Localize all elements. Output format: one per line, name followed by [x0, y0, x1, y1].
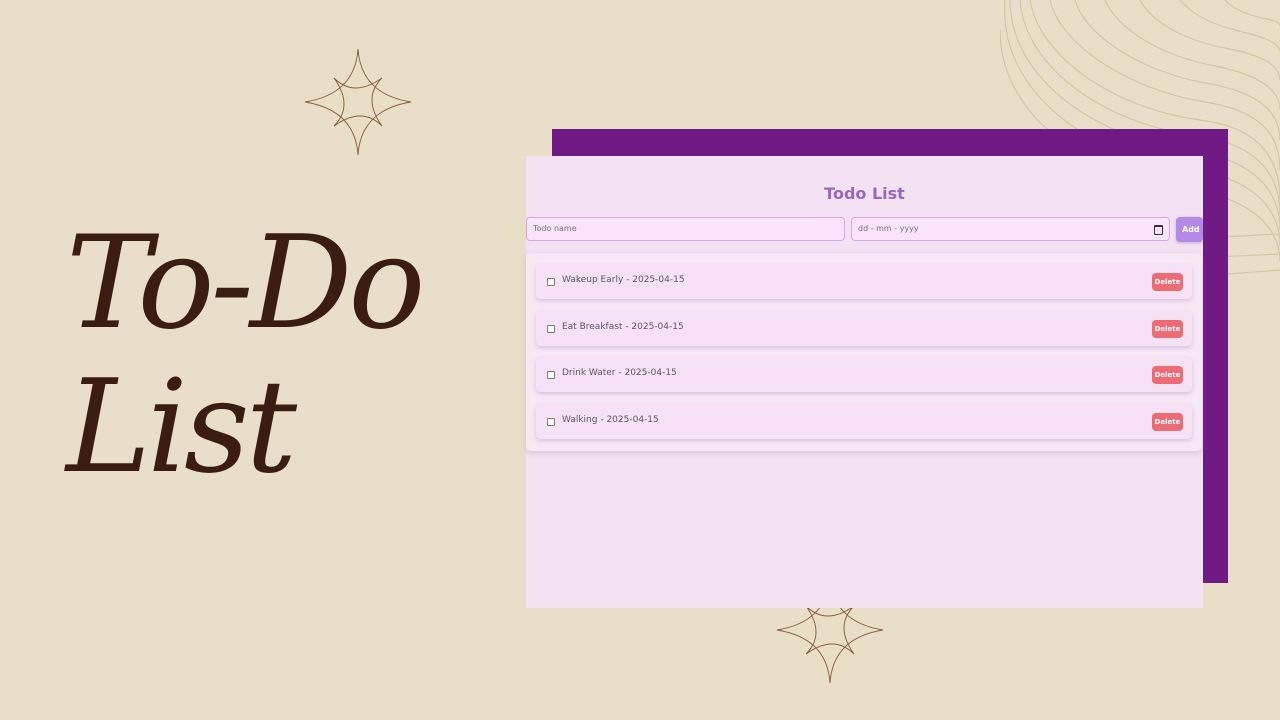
todo-list: Wakeup Early - 2025-04-15 Delete Eat Bre…	[526, 253, 1202, 451]
sparkle-icon	[304, 48, 412, 156]
date-placeholder: dd - mm - yyyy	[858, 224, 919, 233]
todo-item: Walking - 2025-04-15 Delete	[536, 404, 1192, 439]
todo-item-text: Walking - 2025-04-15	[562, 415, 659, 425]
slide-title: To-Do List	[66, 209, 425, 502]
slide-title-line2: List	[66, 353, 297, 502]
delete-button[interactable]: Delete	[1152, 366, 1183, 384]
todo-checkbox[interactable]	[547, 371, 555, 379]
todo-name-input[interactable]: Todo name	[526, 217, 845, 241]
todo-item: Eat Breakfast - 2025-04-15 Delete	[536, 311, 1192, 346]
calendar-icon[interactable]	[1154, 225, 1163, 235]
todo-item-text: Wakeup Early - 2025-04-15	[562, 275, 685, 285]
add-todo-form: Todo name dd - mm - yyyy Add	[526, 217, 1203, 243]
slide-title-line1: To-Do	[66, 209, 425, 358]
delete-button[interactable]: Delete	[1152, 320, 1183, 338]
todo-item-text: Eat Breakfast - 2025-04-15	[562, 322, 684, 332]
todo-item-text: Drink Water - 2025-04-15	[562, 368, 677, 378]
todo-checkbox[interactable]	[547, 278, 555, 286]
todo-item: Wakeup Early - 2025-04-15 Delete	[536, 264, 1192, 299]
todo-checkbox[interactable]	[547, 325, 555, 333]
app-title: Todo List	[824, 184, 905, 203]
add-button[interactable]: Add	[1176, 217, 1203, 242]
todo-item: Drink Water - 2025-04-15 Delete	[536, 357, 1192, 392]
delete-button[interactable]: Delete	[1152, 273, 1183, 291]
todo-date-input[interactable]: dd - mm - yyyy	[851, 217, 1170, 241]
todo-checkbox[interactable]	[547, 418, 555, 426]
delete-button[interactable]: Delete	[1152, 413, 1183, 431]
